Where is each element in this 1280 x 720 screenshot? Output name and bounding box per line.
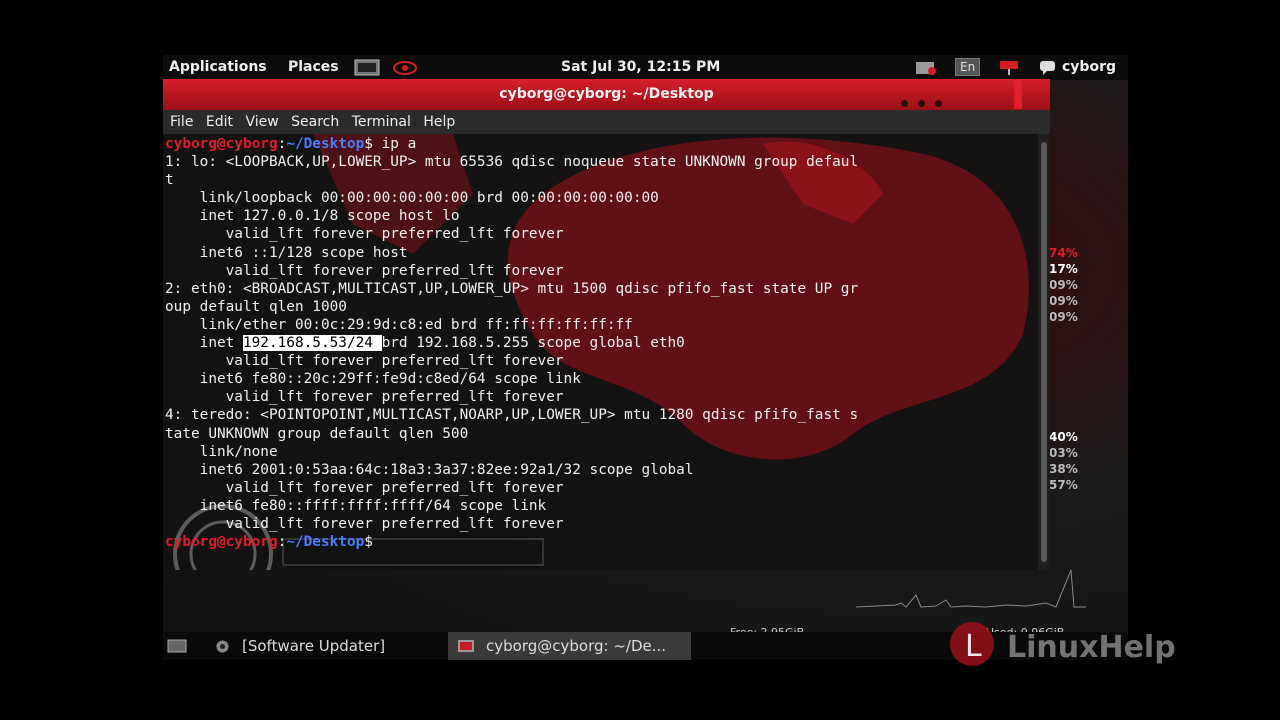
- output-line: inet6 ::1/128 scope host: [165, 244, 408, 261]
- output-line: valid_lft forever preferred_lft forever: [165, 262, 564, 279]
- output-line: link/loopback 00:00:00:00:00:00 brd 00:0…: [165, 190, 659, 207]
- task-software-updater[interactable]: [Software Updater]: [213, 632, 385, 660]
- output-line: t: [165, 172, 174, 189]
- output-line: valid_lft forever preferred_lft forever: [165, 479, 564, 496]
- menu-search[interactable]: Search: [291, 114, 339, 130]
- stat-value: 74%: [1049, 246, 1078, 260]
- output-line: valid_lft forever preferred_lft forever: [165, 389, 564, 406]
- gear-icon: [216, 640, 229, 653]
- stat-value: 09%: [1049, 278, 1078, 292]
- output-line: valid_lft forever preferred_lft forever: [165, 515, 564, 532]
- show-desktop-icon[interactable]: [167, 639, 187, 653]
- system-monitor-widget: 74% 17% 09% 09% 09% 40% 03% 38% 57%: [1049, 245, 1078, 493]
- red-accent-marker: [1014, 79, 1022, 109]
- terminal-icon: [458, 640, 474, 652]
- output-line: brd 192.168.5.255 scope global eth0: [381, 335, 685, 352]
- clock[interactable]: Sat Jul 30, 12:15 PM: [561, 59, 720, 75]
- network-activity-graph: [856, 569, 1086, 608]
- output-line: valid_lft forever preferred_lft forever: [165, 353, 564, 370]
- output-line: inet6 2001:0:53aa:64c:18a3:3a37:82ee:92a…: [165, 461, 694, 478]
- top-panel: Applications Places Sat Jul 30, 12:15 PM…: [163, 55, 1128, 80]
- task-terminal[interactable]: cyborg@cyborg: ~/De...: [448, 632, 691, 660]
- prompt-user: cyborg@cyborg: [165, 534, 278, 551]
- places-menu[interactable]: Places: [288, 59, 339, 75]
- window-title: cyborg@cyborg: ~/Desktop: [499, 86, 714, 102]
- stat-value: 03%: [1049, 446, 1078, 460]
- connection-icon[interactable]: [996, 59, 1022, 76]
- menu-file[interactable]: File: [170, 114, 193, 130]
- menu-help[interactable]: Help: [423, 114, 455, 130]
- scrollbar-thumb[interactable]: [1041, 142, 1047, 562]
- stat-value: 57%: [1049, 478, 1078, 492]
- output-line: inet 127.0.0.1/8 scope host lo: [165, 208, 460, 225]
- output-line: 2: eth0: <BROADCAST,MULTICAST,UP,LOWER_U…: [165, 280, 859, 297]
- command: ip a: [381, 136, 417, 152]
- stat-value: 09%: [1049, 310, 1078, 324]
- output-line: 4: teredo: <POINTOPOINT,MULTICAST,NOARP,…: [165, 407, 859, 424]
- menu-edit[interactable]: Edit: [206, 114, 233, 130]
- desktop: Applications Places Sat Jul 30, 12:15 PM…: [163, 55, 1128, 660]
- output-line: oup default qlen 1000: [165, 298, 347, 315]
- output-line: inet6 fe80::ffff:ffff:ffff/64 scope link: [165, 497, 547, 514]
- menu-view[interactable]: View: [245, 114, 278, 130]
- terminal-window[interactable]: cyborg@cyborg: ~/Desktop File Edit View …: [163, 79, 1050, 570]
- output-line: tate UNKNOWN group default qlen 500: [165, 425, 469, 442]
- terminal-output[interactable]: cyborg@cyborg:~/Desktop$ ip a 1: lo: <LO…: [163, 134, 1038, 570]
- terminal-titlebar[interactable]: cyborg@cyborg: ~/Desktop: [163, 79, 1050, 110]
- keyboard-layout-indicator[interactable]: En: [955, 58, 981, 76]
- stat-value: 38%: [1049, 462, 1078, 476]
- stat-value: 17%: [1049, 262, 1078, 276]
- selected-ip-address[interactable]: 192.168.5.53/24: [242, 335, 382, 352]
- stat-value: 09%: [1049, 294, 1078, 308]
- chat-icon[interactable]: [1038, 59, 1058, 76]
- network-manager-icon[interactable]: [913, 59, 939, 76]
- output-line: 1: lo: <LOOPBACK,UP,LOWER_UP> mtu 65536 …: [165, 154, 859, 171]
- minimize-button[interactable]: [901, 100, 908, 107]
- applications-menu[interactable]: Applications: [169, 59, 267, 75]
- stat-value: 40%: [1049, 430, 1078, 444]
- output-line: link/ether 00:0c:29:9d:c8:ed brd ff:ff:f…: [165, 316, 633, 333]
- output-line: valid_lft forever preferred_lft forever: [165, 226, 564, 243]
- output-line: inet: [165, 335, 243, 352]
- browser-launcher-icon[interactable]: [392, 59, 418, 76]
- user-menu[interactable]: cyborg: [1062, 59, 1116, 75]
- linuxhelp-watermark: L LinuxHelp: [950, 622, 1176, 666]
- prompt-user: cyborg@cyborg: [165, 136, 278, 152]
- close-button[interactable]: [935, 100, 942, 107]
- menu-terminal[interactable]: Terminal: [352, 114, 411, 130]
- svg-text:L: L: [965, 629, 982, 664]
- prompt-path: ~/Desktop: [286, 534, 365, 551]
- prompt-path: ~/Desktop: [286, 136, 365, 152]
- terminal-text[interactable]: cyborg@cyborg:~/Desktop$ ip a 1: lo: <LO…: [165, 135, 858, 551]
- maximize-button[interactable]: [918, 100, 925, 107]
- task-label: [Software Updater]: [242, 637, 386, 655]
- task-label: cyborg@cyborg: ~/De...: [486, 637, 667, 655]
- output-line: link/none: [165, 443, 278, 460]
- terminal-scrollbar[interactable]: [1038, 134, 1050, 570]
- output-line: inet6 fe80::20c:29ff:fe9d:c8ed/64 scope …: [165, 371, 581, 388]
- terminal-launcher-icon[interactable]: [354, 59, 380, 76]
- svg-text:LinuxHelp: LinuxHelp: [1007, 630, 1176, 665]
